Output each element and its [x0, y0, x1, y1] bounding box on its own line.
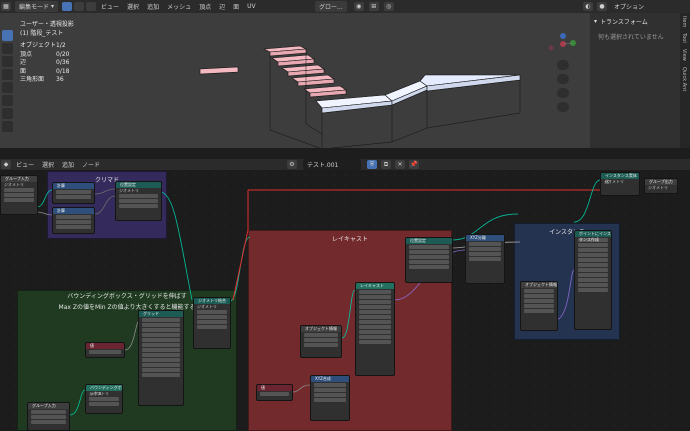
menu-face[interactable]: 面: [229, 2, 243, 11]
node-editor[interactable]: クリマド バウンディングボックス・グリッドを伸ばす Max Zの値をMin Zの…: [0, 170, 690, 431]
socket-label: ジオメトリ: [648, 185, 668, 190]
node-title: 計算: [53, 183, 94, 189]
menu-select[interactable]: 選択: [123, 2, 143, 11]
node-group-input-1[interactable]: グループ入力 ジオメトリ: [0, 175, 38, 215]
area-separator[interactable]: [0, 148, 690, 159]
node-bounding-box[interactable]: バウンディングボックス ジオメトリ: [85, 384, 123, 414]
shading-icon[interactable]: ●: [597, 2, 607, 11]
node-tree-icon[interactable]: ⚙: [287, 160, 297, 169]
socket-label: ジオメトリ: [197, 304, 217, 309]
node-title: 位置設定: [406, 238, 452, 244]
socket-label: ジオメトリ: [4, 182, 24, 187]
node-title: 値: [86, 343, 124, 349]
node-object-info[interactable]: オブジェクト情報: [300, 325, 342, 358]
node-menu-add[interactable]: 追加: [58, 160, 78, 169]
node-menu-view[interactable]: ビュー: [12, 160, 38, 169]
node-instance-on-points[interactable]: ポイントにインスタンス作成: [574, 230, 612, 330]
node-tree-name-field[interactable]: テスト.001: [303, 159, 361, 170]
socket-label: ジオメトリ: [89, 391, 109, 396]
node-value-2[interactable]: 値: [256, 384, 293, 401]
menu-add[interactable]: 追加: [143, 2, 163, 11]
camera-icon: [557, 88, 569, 98]
copy-icon[interactable]: ⧉: [381, 160, 391, 169]
options-menu[interactable]: オプション: [610, 2, 648, 11]
3d-viewport[interactable]: ユーザー・透視投影 (1) 階段_テスト オブジェクト 1/2 頂点 0/20 辺0…: [0, 13, 590, 148]
node-join-1[interactable]: ジオメトリ結合 ジオメトリ: [193, 297, 231, 349]
mode-label: 編集モード: [19, 4, 50, 11]
node-math-2[interactable]: 計算: [52, 207, 95, 234]
node-object-info-2[interactable]: オブジェクト情報: [520, 281, 558, 331]
sidebar-tabs: Item Tool View Quick Ant: [680, 13, 690, 148]
node-editor-header: ◆ ビュー 選択 追加 ノード ⚙ テスト.001 ⛨ ⧉ ✕ 📌: [0, 159, 690, 170]
node-group-input-2[interactable]: グループ入力: [27, 402, 70, 431]
node-math-1[interactable]: 計算: [52, 182, 95, 204]
pivot-icon[interactable]: ◉: [353, 2, 364, 11]
menu-view[interactable]: ビュー: [97, 2, 123, 11]
menu-uv[interactable]: UV: [243, 3, 260, 10]
overlay-icon[interactable]: ◐: [583, 2, 593, 11]
node-title: オブジェクト情報: [301, 326, 341, 332]
node-set-position-2[interactable]: 位置設定: [405, 237, 453, 283]
node-menu-node[interactable]: ノード: [78, 160, 104, 169]
navigation-gizmo[interactable]: [543, 33, 583, 125]
socket-label: ジオメトリ: [119, 188, 139, 193]
face-select-icon[interactable]: [86, 2, 97, 11]
orientation-select[interactable]: グロー...: [315, 1, 347, 12]
snap-icon[interactable]: ⊞: [368, 2, 379, 11]
node-title: グループ入力: [28, 403, 69, 409]
proportional-icon[interactable]: ◎: [383, 2, 394, 11]
node-combine-xyz[interactable]: XYZ合成: [310, 375, 350, 421]
node-realize[interactable]: インスタンス実体化 ジオメトリ: [600, 172, 640, 196]
node-title: オブジェクト情報: [521, 282, 557, 288]
node-group-output[interactable]: グループ出力 ジオメトリ: [644, 178, 678, 194]
node-title: グリッド: [139, 311, 183, 317]
socket-label: ジオメトリ: [604, 179, 624, 184]
tab-item[interactable]: Item: [680, 13, 688, 30]
transform-panel[interactable]: ▾ トランスフォーム 何も選択されていません: [590, 13, 680, 45]
panel-arrow-icon: ▾: [594, 18, 598, 25]
node-title: XYZ分離: [466, 235, 504, 241]
node-title: 値: [257, 385, 292, 391]
vertex-select-icon[interactable]: [62, 2, 73, 11]
tab-tool[interactable]: Tool: [680, 30, 688, 46]
zoom-icon: [557, 60, 569, 70]
tab-quick-ant[interactable]: Quick Ant: [680, 64, 688, 94]
tab-view[interactable]: View: [680, 46, 688, 64]
stair-mesh[interactable]: [0, 13, 590, 148]
pin-icon[interactable]: 📌: [409, 160, 419, 169]
transform-empty-text: 何も選択されていません: [598, 34, 664, 41]
ortho-icon: [557, 102, 569, 112]
node-title: XYZ合成: [311, 376, 349, 382]
menu-edge[interactable]: 辺: [215, 2, 229, 11]
node-raycast[interactable]: レイキャスト: [355, 282, 395, 376]
transform-title: トランスフォーム: [600, 19, 648, 26]
node-editor-type-icon[interactable]: ◆: [1, 160, 11, 169]
mode-select[interactable]: 編集モード ▾: [15, 1, 59, 12]
menu-vertex[interactable]: 頂点: [195, 2, 215, 11]
fake-user-icon[interactable]: ⛨: [367, 160, 377, 169]
orientation-label: グロー...: [319, 4, 343, 11]
node-value-1[interactable]: 値: [85, 342, 125, 358]
n-sidebar: ▾ トランスフォーム 何も選択されていません: [590, 13, 680, 148]
node-set-position-1[interactable]: 位置設定 ジオメトリ: [115, 181, 162, 221]
viewport-header: ▦ 編集モード ▾ ビュー 選択 追加 メッシュ 頂点 辺 面 UV グロー...…: [0, 0, 690, 13]
pan-icon: [557, 74, 569, 84]
node-tree-name: テスト.001: [307, 162, 339, 169]
node-sep-xyz[interactable]: XYZ分離: [465, 234, 505, 284]
separate-step: [199, 66, 239, 75]
edge-select-icon[interactable]: [74, 2, 85, 11]
editor-type-icon[interactable]: ▦: [1, 2, 11, 11]
unlink-icon[interactable]: ✕: [395, 160, 405, 169]
node-title: ポイントにインスタンス作成: [575, 231, 611, 242]
node-title: 計算: [53, 208, 94, 214]
node-menu-select[interactable]: 選択: [38, 160, 58, 169]
node-title: レイキャスト: [356, 283, 394, 289]
node-grid[interactable]: グリッド: [138, 310, 184, 406]
menu-mesh[interactable]: メッシュ: [163, 2, 195, 11]
